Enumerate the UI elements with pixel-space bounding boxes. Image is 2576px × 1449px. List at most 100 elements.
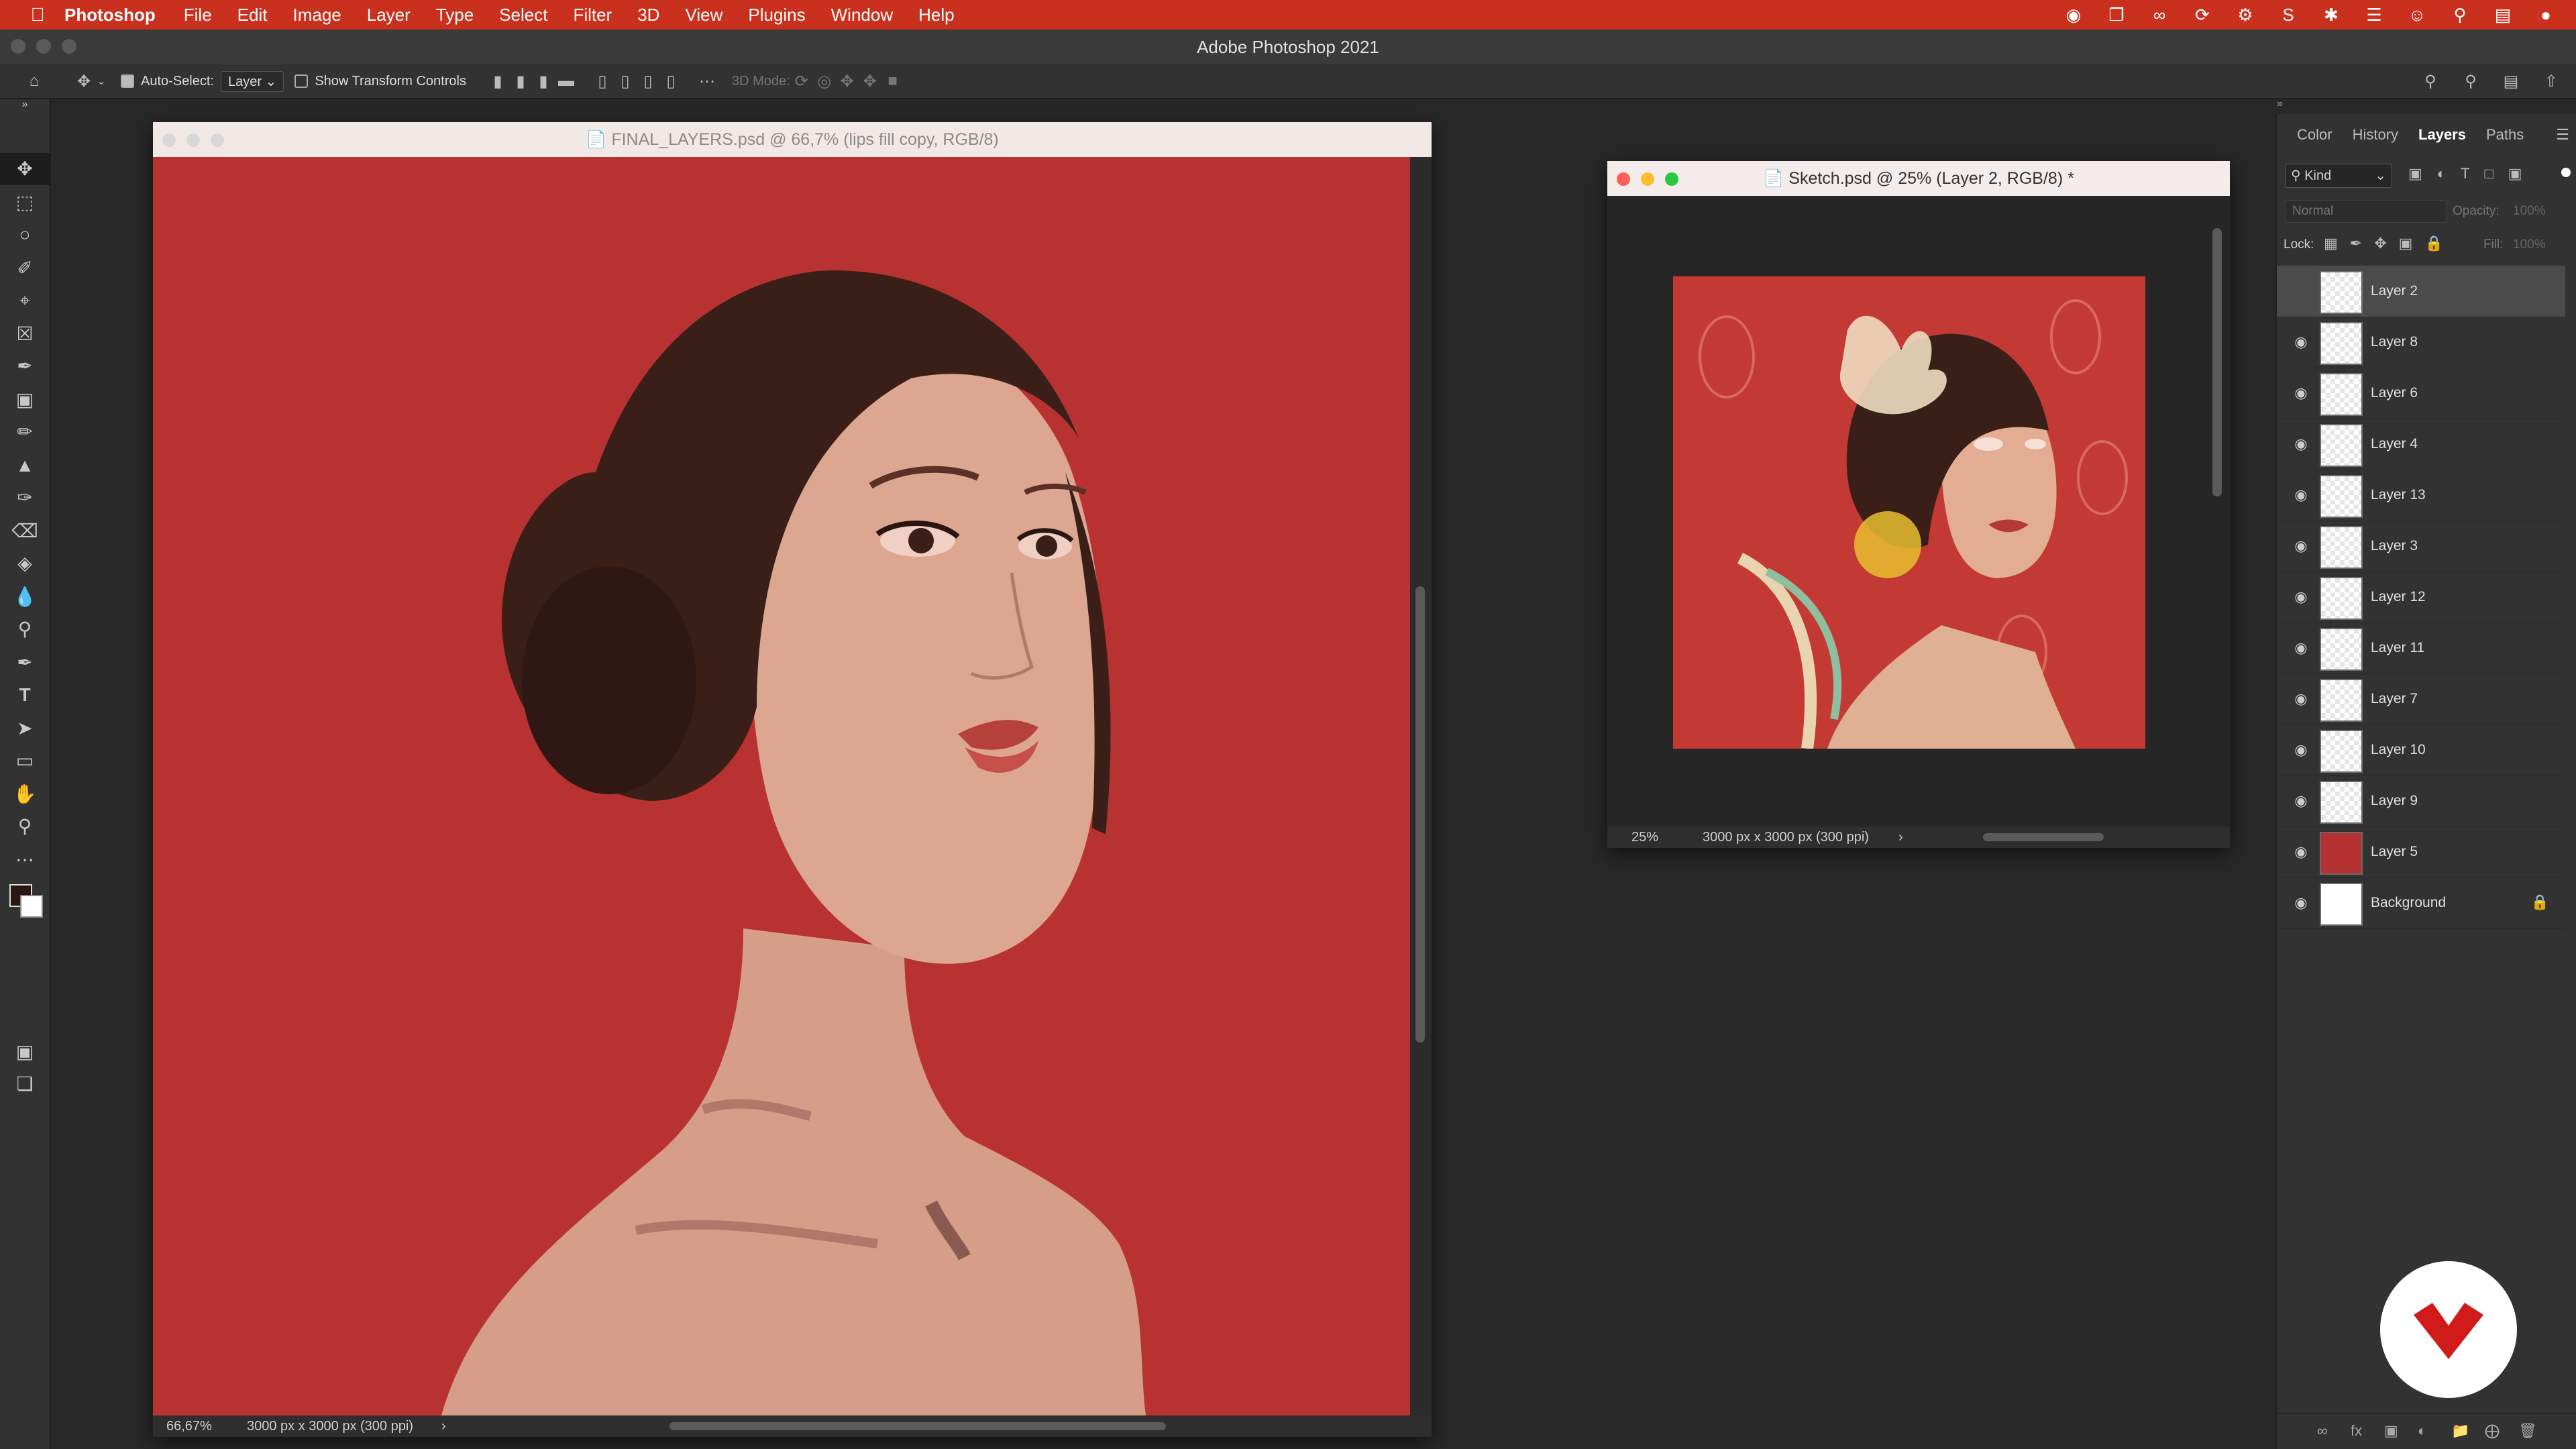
- paint-bucket-icon[interactable]: ◈: [0, 547, 50, 580]
- adjustment-layer-icon[interactable]: ◐: [2418, 1422, 2426, 1440]
- zoom-level[interactable]: 66,67%: [166, 1415, 212, 1437]
- visibility-eye-icon[interactable]: ◉: [2292, 588, 2310, 606]
- layer-thumbnail[interactable]: [2320, 271, 2363, 314]
- distribute-icon[interactable]: ▯: [659, 72, 682, 91]
- menu-image[interactable]: Image: [292, 5, 341, 25]
- document-tab[interactable]: 📄 FINAL_LAYERS.psd @ 66,7% (lips fill co…: [153, 122, 1432, 157]
- layer-row[interactable]: ◉ Layer 9: [2277, 775, 2565, 827]
- lasso-tool-icon[interactable]: ○: [0, 219, 50, 251]
- edit-toolbar-icon[interactable]: ⋯: [0, 844, 50, 876]
- layer-thumbnail[interactable]: [2320, 832, 2363, 875]
- quick-select-icon[interactable]: ✐: [0, 252, 50, 284]
- dodge-tool-icon[interactable]: ⚲: [0, 613, 50, 645]
- s-app-icon[interactable]: S: [2278, 5, 2298, 25]
- filter-kind-dropdown[interactable]: ⚲ Kind ⌄: [2285, 164, 2392, 188]
- align-right-icon[interactable]: ▮: [532, 72, 555, 91]
- canvas-main[interactable]: [153, 157, 1410, 1415]
- search-icon[interactable]: ⚲: [2419, 72, 2442, 91]
- menu-file[interactable]: File: [184, 5, 212, 25]
- eraser-icon[interactable]: ⌫: [0, 515, 50, 547]
- sketch-document-tab[interactable]: 📄 Sketch.psd @ 25% (Layer 2, RGB/8) *: [1607, 161, 2230, 196]
- layer-name[interactable]: Background: [2371, 877, 2446, 928]
- tab-history[interactable]: History: [2353, 126, 2398, 144]
- panel-collapse-icon[interactable]: »: [2277, 98, 2576, 114]
- menu-plugins[interactable]: Plugins: [748, 5, 805, 25]
- stamp-tool-icon[interactable]: ▲: [0, 449, 50, 482]
- home-icon[interactable]: ⌂: [23, 72, 46, 91]
- link-layers-icon[interactable]: ∞: [2317, 1422, 2328, 1440]
- layer-row[interactable]: Layer 2: [2277, 266, 2565, 317]
- expand-icon[interactable]: »: [0, 97, 50, 113]
- pen-tool-icon[interactable]: ✒: [0, 647, 50, 679]
- apple-icon[interactable]: : [24, 4, 51, 25]
- zoom-button[interactable]: [211, 133, 224, 147]
- window-zoom-button[interactable]: [62, 39, 76, 54]
- visibility-eye-icon[interactable]: ◉: [2292, 486, 2310, 504]
- screens-icon[interactable]: ❐: [2106, 5, 2127, 25]
- layer-row[interactable]: ◉ Layer 4: [2277, 419, 2565, 470]
- sketch-canvas[interactable]: [1673, 276, 2145, 749]
- visibility-eye-icon[interactable]: [2292, 282, 2310, 301]
- layer-thumbnail[interactable]: [2320, 424, 2363, 467]
- screen-record-icon[interactable]: ◉: [2063, 5, 2084, 25]
- chevron-down-icon[interactable]: ⌄: [95, 74, 107, 88]
- layer-name[interactable]: Layer 13: [2371, 470, 2426, 521]
- layer-row[interactable]: ◉ Layer 10: [2277, 724, 2565, 776]
- window-minimize-button[interactable]: [36, 39, 51, 54]
- eyedropper-icon[interactable]: ✒: [0, 350, 50, 382]
- visibility-eye-icon[interactable]: ◉: [2292, 894, 2310, 912]
- layer-thumbnail[interactable]: [2320, 577, 2363, 620]
- zoom-tool-icon[interactable]: ⚲: [0, 810, 50, 843]
- layer-row[interactable]: ◉ Layer 11: [2277, 623, 2565, 674]
- new-layer-icon[interactable]: ⨁: [2485, 1422, 2500, 1440]
- fill-value[interactable]: 100%: [2513, 237, 2546, 252]
- layer-thumbnail[interactable]: [2320, 475, 2363, 518]
- quick-mask-icon[interactable]: ▣: [0, 1036, 50, 1068]
- crop-tool-icon[interactable]: ⌖: [0, 284, 50, 317]
- creative-cloud-icon[interactable]: ∞: [2149, 5, 2169, 25]
- layer-name[interactable]: Layer 11: [2371, 623, 2424, 674]
- panel-menu-icon[interactable]: ☰: [2556, 126, 2569, 144]
- menu-view[interactable]: View: [685, 5, 722, 25]
- screen-mode-icon[interactable]: ❏: [0, 1068, 50, 1100]
- tab-color[interactable]: Color: [2297, 126, 2332, 144]
- menu-type[interactable]: Type: [436, 5, 474, 25]
- layer-name[interactable]: Layer 7: [2371, 674, 2418, 724]
- menu-filter[interactable]: Filter: [573, 5, 612, 25]
- menu-layer[interactable]: Layer: [367, 5, 411, 25]
- show-transform-checkbox[interactable]: [294, 74, 309, 88]
- search-icon[interactable]: ⚲: [2459, 72, 2482, 91]
- visibility-eye-icon[interactable]: ◉: [2292, 384, 2310, 402]
- control-center-icon[interactable]: ▤: [2493, 5, 2513, 25]
- menu-app-name[interactable]: Photoshop: [64, 5, 156, 25]
- layer-thumbnail[interactable]: [2320, 781, 2363, 824]
- background-color-swatch[interactable]: [20, 895, 43, 918]
- window-close-button[interactable]: [11, 39, 25, 54]
- bluetooth-icon[interactable]: ✱: [2321, 5, 2341, 25]
- chevron-right-icon[interactable]: ›: [441, 1415, 446, 1437]
- layer-name[interactable]: Layer 4: [2371, 419, 2418, 470]
- new-group-icon[interactable]: 📁: [2451, 1422, 2469, 1440]
- layer-name[interactable]: Layer 3: [2371, 521, 2418, 572]
- tab-layers[interactable]: Layers: [2418, 126, 2466, 144]
- siri-icon[interactable]: ●: [2536, 5, 2556, 25]
- brush-tool-icon[interactable]: ✏: [0, 416, 50, 448]
- rectangle-tool-icon[interactable]: ▭: [0, 745, 50, 777]
- layer-style-icon[interactable]: fx: [2351, 1422, 2362, 1440]
- layer-thumbnail[interactable]: [2320, 730, 2363, 773]
- align-hcenter-icon[interactable]: ▯: [637, 72, 659, 91]
- layer-name[interactable]: Layer 9: [2371, 775, 2418, 826]
- close-button[interactable]: [1617, 172, 1630, 186]
- menu-select[interactable]: Select: [499, 5, 547, 25]
- opacity-value[interactable]: 100%: [2513, 204, 2546, 219]
- blur-tool-icon[interactable]: 💧: [0, 581, 50, 613]
- align-left-icon[interactable]: ▮: [486, 72, 509, 91]
- layer-thumbnail[interactable]: [2320, 883, 2363, 926]
- share-icon[interactable]: ⇧: [2540, 72, 2563, 91]
- visibility-eye-icon[interactable]: ◉: [2292, 741, 2310, 759]
- align-top-icon[interactable]: ▬: [555, 72, 578, 91]
- horizontal-scrollbar-thumb[interactable]: [669, 1422, 1166, 1430]
- type-tool-icon[interactable]: T: [0, 679, 50, 711]
- menu-edit[interactable]: Edit: [237, 5, 268, 25]
- scrollbar-thumb[interactable]: [2212, 228, 2222, 496]
